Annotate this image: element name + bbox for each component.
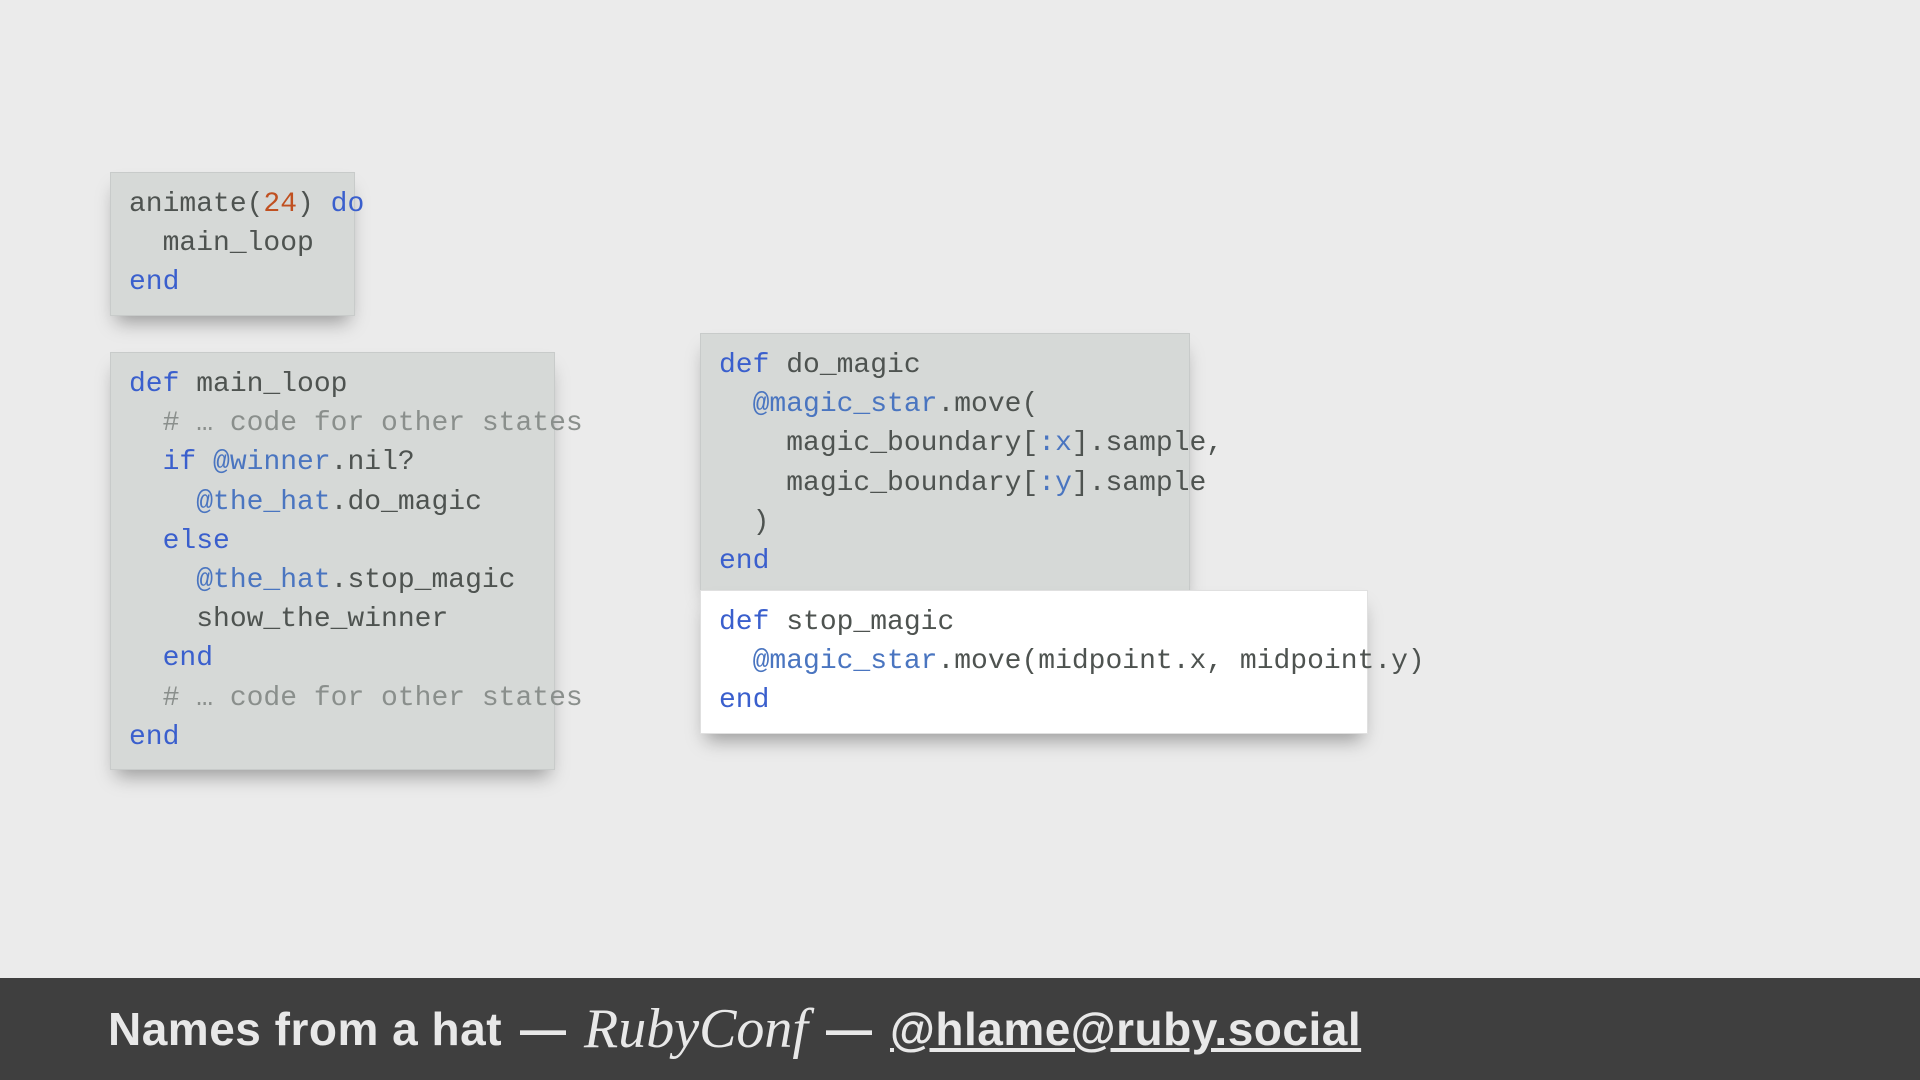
- code-token: do_magic: [769, 350, 920, 381]
- code-token: def: [719, 350, 769, 381]
- code-token: [129, 565, 196, 596]
- code-token: @the_hat: [196, 487, 330, 518]
- footer-handle: @hlame@ruby.social: [890, 1002, 1361, 1056]
- code-token: .do_magic: [331, 487, 482, 518]
- code-token: else: [163, 526, 230, 557]
- code-token: end: [719, 685, 769, 716]
- code-token: if: [163, 447, 197, 478]
- footer-rubyconf-logo: RubyConf: [584, 997, 808, 1061]
- code-token: .nil?: [331, 447, 415, 478]
- code-snippet-animate: animate(24) do main_loop end: [110, 172, 355, 316]
- code-token: ].sample: [1072, 468, 1206, 499]
- slide-footer: Names from a hat — RubyConf — @hlame@rub…: [0, 978, 1920, 1080]
- footer-dash-2: —: [826, 1002, 872, 1056]
- code-token: magic_boundary[: [719, 428, 1038, 459]
- code-token: :y: [1038, 468, 1072, 499]
- code-token: @winner: [213, 447, 331, 478]
- code-token: main_loop: [129, 228, 314, 259]
- code-token: [196, 447, 213, 478]
- code-token: [129, 447, 163, 478]
- code-token: # … code for other states: [163, 408, 583, 439]
- code-token: def: [719, 607, 769, 638]
- code-token: [719, 389, 753, 420]
- code-token: [129, 643, 163, 674]
- code-token: .move(midpoint.x, midpoint.y): [937, 646, 1424, 677]
- code-snippet-main-loop: def main_loop # … code for other states …: [110, 352, 555, 770]
- code-token: 24: [263, 189, 297, 220]
- code-token: animate(: [129, 189, 263, 220]
- code-token: end: [719, 546, 769, 577]
- code-token: end: [129, 267, 179, 298]
- code-token: # … code for other states: [163, 683, 583, 714]
- code-token: @the_hat: [196, 565, 330, 596]
- code-token: .move(: [937, 389, 1038, 420]
- code-token: :x: [1038, 428, 1072, 459]
- code-snippet-do-magic: def do_magic @magic_star.move( magic_bou…: [700, 333, 1190, 594]
- code-token: def: [129, 369, 179, 400]
- code-token: .stop_magic: [331, 565, 516, 596]
- code-token: end: [163, 643, 213, 674]
- code-token: ): [297, 189, 331, 220]
- code-token: [129, 683, 163, 714]
- code-token: magic_boundary[: [719, 468, 1038, 499]
- code-snippet-stop-magic: def stop_magic @magic_star.move(midpoint…: [700, 590, 1368, 734]
- footer-title: Names from a hat: [108, 1002, 502, 1056]
- footer-dash-1: —: [520, 1002, 566, 1056]
- code-token: ].sample,: [1072, 428, 1223, 459]
- code-token: do: [331, 189, 365, 220]
- code-token: show_the_winner: [129, 604, 448, 635]
- code-token: stop_magic: [769, 607, 954, 638]
- code-token: @magic_star: [753, 646, 938, 677]
- code-token: [719, 646, 753, 677]
- code-token: [129, 487, 196, 518]
- code-token: @magic_star: [753, 389, 938, 420]
- code-token: main_loop: [179, 369, 347, 400]
- code-token: [129, 408, 163, 439]
- code-token: [129, 526, 163, 557]
- code-token: end: [129, 722, 179, 753]
- code-token: ): [719, 507, 769, 538]
